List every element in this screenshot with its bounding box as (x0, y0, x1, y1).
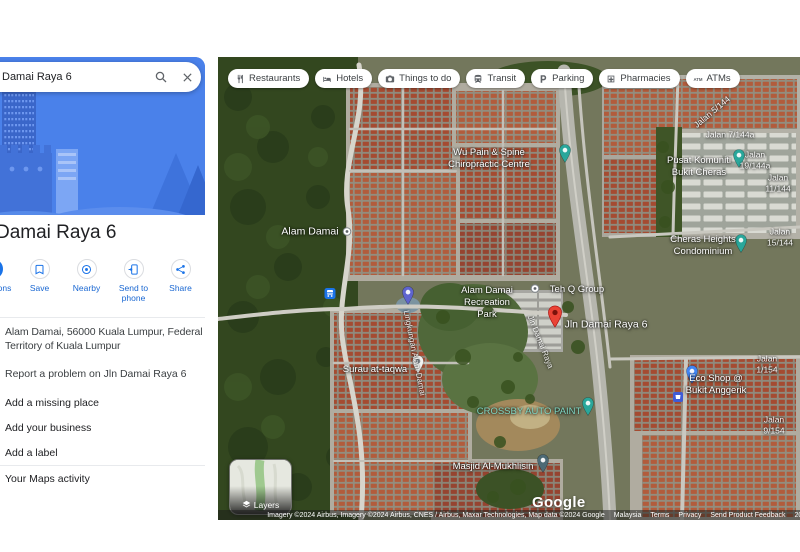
divider (0, 317, 205, 318)
save-icon (30, 259, 50, 279)
attribution-bar: Imagery ©2024 Airbus, Imagery ©2024 Airb… (218, 510, 800, 520)
send-to-phone-button[interactable]: Send to phone (110, 259, 157, 303)
place-links: Add a missing placeAdd your businessAdd … (0, 390, 205, 491)
things-to-do-icon (385, 74, 395, 84)
chip-transit[interactable]: Transit (466, 69, 525, 88)
wu-pain-pin[interactable] (559, 144, 572, 168)
surau-pin[interactable] (412, 355, 425, 379)
add-a-missing-place-link[interactable]: Add a missing place (0, 390, 205, 415)
place-panel: Damai Raya 6 Directions Save Nearby Send to… (0, 57, 205, 520)
action-label: Share (169, 283, 192, 293)
crossby-pin[interactable] (582, 397, 595, 421)
place-title: Damai Raya 6 (0, 222, 116, 244)
nearby-icon (77, 259, 97, 279)
action-label: Directions (0, 283, 11, 293)
chip-parking[interactable]: Parking (531, 69, 593, 88)
map-canvas[interactable]: Restaurants Hotels Things to do Transit Park… (218, 57, 800, 520)
add-your-business-link[interactable]: Add your business (0, 415, 205, 440)
purple-poi-pin[interactable] (402, 286, 415, 310)
chip-label: Hotels (336, 73, 363, 84)
search-box (0, 62, 201, 92)
layers-label: Layers (254, 500, 280, 510)
category-chips: Restaurants Hotels Things to do Transit Park… (228, 69, 740, 88)
nearby-button[interactable]: Nearby (63, 259, 110, 303)
directions-button[interactable]: Directions (0, 259, 16, 303)
eco-shop-pin[interactable] (686, 365, 699, 389)
google-logo: Google (532, 494, 585, 511)
save-button[interactable]: Save (16, 259, 63, 303)
chip-pharmacies[interactable]: Pharmacies (599, 69, 679, 88)
action-label: Save (30, 283, 49, 293)
chip-label: Restaurants (249, 73, 300, 84)
pusat-komuniti-pin[interactable] (733, 149, 746, 173)
share-icon (171, 259, 191, 279)
terms-link[interactable]: Terms (650, 512, 669, 519)
alam-damai-stop-marker[interactable] (343, 223, 352, 241)
chip-things-to-do[interactable]: Things to do (378, 69, 460, 88)
teh-q-stop-marker[interactable] (531, 280, 540, 298)
atms-icon: ATM (693, 74, 703, 84)
imagery-attribution: Imagery ©2024 Airbus, Imagery ©2024 Airb… (267, 512, 605, 519)
destination-pin[interactable] (548, 305, 563, 333)
restaurants-icon (235, 74, 245, 84)
chip-label: ATMs (707, 73, 731, 84)
layers-button[interactable]: Layers (229, 459, 292, 515)
place-address: Alam Damai, 56000 Kuala Lumpur, Federal … (5, 325, 203, 353)
transit-icon (473, 74, 483, 84)
parking-icon (538, 74, 548, 84)
store-poi-east[interactable] (673, 389, 683, 407)
chip-restaurants[interactable]: Restaurants (228, 69, 309, 88)
chip-atms[interactable]: ATM ATMs (686, 69, 740, 88)
address-line-2: Territory of Kuala Lumpur (5, 339, 203, 353)
chip-label: Parking (552, 73, 584, 84)
action-label: Send to phone (110, 283, 157, 303)
add-a-label-link[interactable]: Add a label (0, 440, 205, 465)
send-to-phone-icon (124, 259, 144, 279)
bus-stop-west[interactable] (325, 286, 336, 304)
directions-icon (0, 259, 3, 279)
search-icon[interactable] (147, 71, 174, 83)
pharmacies-icon (606, 74, 616, 84)
action-buttons: Directions Save Nearby Send to phone Share (0, 259, 205, 303)
malaysia-link[interactable]: Malaysia (614, 512, 642, 519)
hotels-icon (322, 74, 332, 84)
satellite-imagery (218, 57, 800, 520)
chip-label: Pharmacies (620, 73, 670, 84)
scale-indicator: 200 ft (794, 512, 800, 519)
layers-icon (242, 500, 251, 509)
attribution-links: Malaysia Terms Privacy Send Product Feedbac… (614, 512, 786, 519)
search-input[interactable] (0, 71, 147, 83)
address-line-1: Alam Damai, 56000 Kuala Lumpur, Federal (5, 325, 203, 339)
svg-text:ATM: ATM (693, 77, 702, 82)
chip-label: Transit (487, 73, 516, 84)
your-maps-activity-link[interactable]: Your Maps activity (0, 466, 205, 491)
privacy-link[interactable]: Privacy (678, 512, 701, 519)
report-problem-link[interactable]: Report a problem on Jln Damai Raya 6 (5, 368, 187, 380)
send-product-feedback-link[interactable]: Send Product Feedback (710, 512, 785, 519)
chip-hotels[interactable]: Hotels (315, 69, 372, 88)
close-icon[interactable] (174, 72, 201, 83)
action-label: Nearby (73, 283, 100, 293)
share-button[interactable]: Share (157, 259, 204, 303)
google-maps-app: Damai Raya 6 Directions Save Nearby Send to… (0, 0, 800, 552)
masjid-pin[interactable] (537, 454, 550, 478)
cheras-heights-pin[interactable] (735, 234, 748, 258)
chip-label: Things to do (399, 73, 451, 84)
